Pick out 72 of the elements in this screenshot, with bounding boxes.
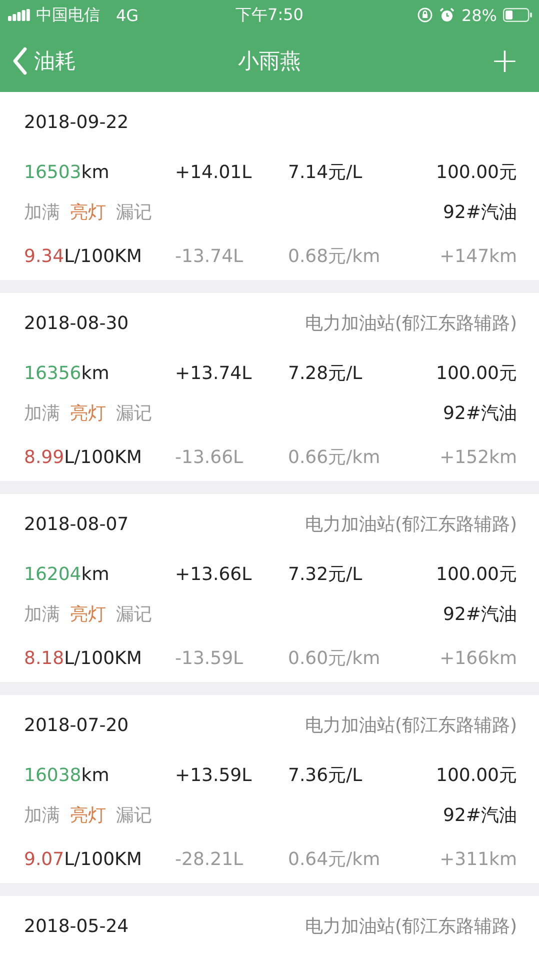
record-tag: 亮灯 xyxy=(70,401,106,425)
alarm-icon xyxy=(439,7,456,23)
fuel-price: 7.14元/L xyxy=(288,161,364,184)
fuel-price: 7.32元/L xyxy=(288,563,364,586)
distance-driven: +166km xyxy=(440,648,517,668)
fuel-amount: 100.00元 xyxy=(436,161,517,184)
fuel-type: 92#汽油 xyxy=(443,201,517,224)
record-tag: 漏记 xyxy=(116,401,152,425)
fuel-price: 7.28元/L xyxy=(288,362,364,385)
record-date: 2018-09-22 xyxy=(24,112,129,132)
status-time: 下午7:50 xyxy=(236,4,304,26)
signal-icon xyxy=(8,9,30,21)
station-name: 电力加油站(郁江东路辅路) xyxy=(304,915,517,938)
record-tag: 亮灯 xyxy=(70,602,106,626)
cost-per-km: 0.64元/km xyxy=(288,848,382,871)
fuel-amount: 100.00元 xyxy=(436,563,517,586)
fuel-amount: 100.00元 xyxy=(436,764,517,787)
fuel-consumption: 8.18L/100KM xyxy=(24,648,143,668)
record-tag: 亮灯 xyxy=(70,803,106,827)
record-tag: 加满 xyxy=(24,401,60,425)
liters-difference: -28.21L xyxy=(175,848,244,870)
record-tag: 漏记 xyxy=(116,200,152,224)
odometer-reading: 16503km xyxy=(24,162,110,182)
carrier-name: 中国电信 xyxy=(36,4,100,26)
fuel-liters: +13.66L xyxy=(175,564,253,584)
cost-per-km: 0.68元/km xyxy=(288,245,382,268)
battery-percent: 28% xyxy=(461,6,497,24)
odometer-reading: 16356km xyxy=(24,362,110,384)
station-name: 电力加油站(郁江东路辅路) xyxy=(304,312,517,335)
record-card[interactable]: 2018-08-07 电力加油站(郁江东路辅路) 16204km +13.66L 7.32元/L 100.00元 加满 亮灯 漏记 92#汽油 8.18L/100KM -13.59L 0.60元/km +166km xyxy=(0,494,539,682)
fuel-type: 92#汽油 xyxy=(443,603,517,626)
record-tag: 加满 xyxy=(24,200,60,224)
record-tag: 加满 xyxy=(24,602,60,626)
record-date: 2018-05-24 xyxy=(24,916,129,936)
fuel-consumption: 9.34L/100KM xyxy=(24,246,143,266)
liters-difference: -13.59L xyxy=(175,648,244,668)
record-card[interactable]: 2018-07-20 电力加油站(郁江东路辅路) 16038km +13.59L 7.36元/L 100.00元 加满 亮灯 漏记 92#汽油 9.07L/100KM -28.21L 0.64元/km +311km xyxy=(0,695,539,883)
fuel-consumption: 9.07L/100KM xyxy=(24,848,143,870)
record-tag: 亮灯 xyxy=(70,200,106,224)
record-date: 2018-08-07 xyxy=(24,514,129,534)
fuel-type: 92#汽油 xyxy=(443,402,517,425)
record-tag: 漏记 xyxy=(116,602,152,626)
fuel-type: 92#汽油 xyxy=(443,804,517,827)
fuel-price: 7.36元/L xyxy=(288,764,364,787)
record-card[interactable]: 2018-08-30 电力加油站(郁江东路辅路) 16356km +13.74L 7.28元/L 100.00元 加满 亮灯 漏记 92#汽油 8.99L/100KM -13.66L 0.66元/km +152km xyxy=(0,293,539,481)
fuel-liters: +14.01L xyxy=(175,162,253,182)
battery-icon xyxy=(503,8,533,22)
odometer-reading: 16038km xyxy=(24,764,110,786)
fuel-liters: +13.74L xyxy=(175,362,253,384)
record-tag: 加满 xyxy=(24,803,60,827)
cost-per-km: 0.60元/km xyxy=(288,647,382,670)
station-name: 电力加油站(郁江东路辅路) xyxy=(304,513,517,536)
distance-driven: +147km xyxy=(440,246,517,266)
chevron-left-icon xyxy=(12,47,28,75)
fuel-amount: 100.00元 xyxy=(436,362,517,385)
rotation-lock-icon xyxy=(417,7,434,23)
record-date: 2018-07-20 xyxy=(24,714,129,736)
network-type: 4G xyxy=(116,6,139,24)
fuel-consumption: 8.99L/100KM xyxy=(24,446,143,468)
odometer-reading: 16204km xyxy=(24,564,110,584)
record-tag: 漏记 xyxy=(116,803,152,827)
page-title: 小雨燕 xyxy=(238,48,301,75)
record-card[interactable]: 2018-09-22 16503km +14.01L 7.14元/L 100.00元 加满 亮灯 漏记 92#汽油 9.34L/100KM -13.74L 0.68元/km +147km xyxy=(0,92,539,280)
record-date: 2018-08-30 xyxy=(24,312,129,334)
liters-difference: -13.74L xyxy=(175,246,244,266)
fuel-liters: +13.59L xyxy=(175,764,253,786)
distance-driven: +311km xyxy=(440,848,517,870)
distance-driven: +152km xyxy=(440,446,517,468)
record-card[interactable]: 2018-05-24 电力加油站(郁江东路辅路) xyxy=(0,896,539,960)
cost-per-km: 0.66元/km xyxy=(288,446,382,469)
liters-difference: -13.66L xyxy=(175,446,244,468)
station-name: 电力加油站(郁江东路辅路) xyxy=(304,714,517,737)
